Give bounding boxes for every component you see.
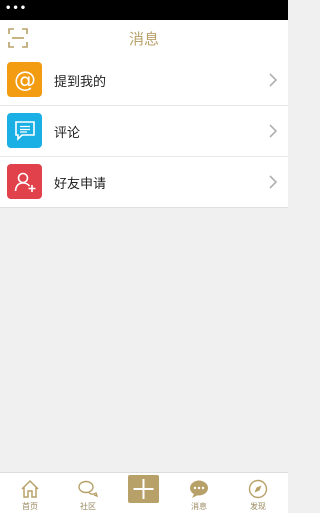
tab-label: 首页 (22, 502, 38, 511)
chevron-right-icon (269, 175, 278, 189)
message-list: @ 提到我的 评论 好友申请 (0, 55, 288, 208)
nav-bar: 消息 (0, 20, 288, 59)
list-item-mentions[interactable]: @ 提到我的 (0, 55, 288, 106)
tab-messages[interactable]: 消息 (179, 473, 219, 513)
list-item-label: 提到我的 (54, 75, 107, 90)
tab-label: 消息 (191, 502, 207, 511)
signal-dots: ••• (5, 3, 28, 14)
chevron-right-icon (269, 124, 278, 138)
svg-text:@: @ (14, 68, 36, 93)
list-item-comments[interactable]: 评论 (0, 106, 288, 157)
page-title: 消息 (128, 30, 159, 48)
plus-icon (133, 479, 154, 499)
list-item-label: 评论 (54, 126, 81, 141)
publish-button[interactable] (128, 475, 159, 503)
tab-discover[interactable]: 发现 (238, 473, 278, 513)
tab-community[interactable]: 社区 (68, 473, 108, 513)
tab-home[interactable]: 首页 (10, 473, 50, 513)
add-friend-icon (7, 164, 42, 199)
list-item-friend-requests[interactable]: 好友申请 (0, 157, 288, 207)
message-icon (190, 480, 208, 498)
status-bar: ••• (0, 0, 288, 20)
tab-label: 社区 (80, 502, 96, 511)
chevron-right-icon (269, 73, 278, 87)
at-icon: @ (7, 62, 42, 97)
tab-bar: 首页 社区 消息 发现 (0, 472, 288, 513)
community-icon (78, 480, 98, 498)
list-item-label: 好友申请 (54, 177, 107, 192)
comment-icon (7, 113, 42, 148)
compass-icon (248, 479, 268, 499)
tab-label: 发现 (250, 502, 266, 511)
home-icon (21, 479, 39, 498)
